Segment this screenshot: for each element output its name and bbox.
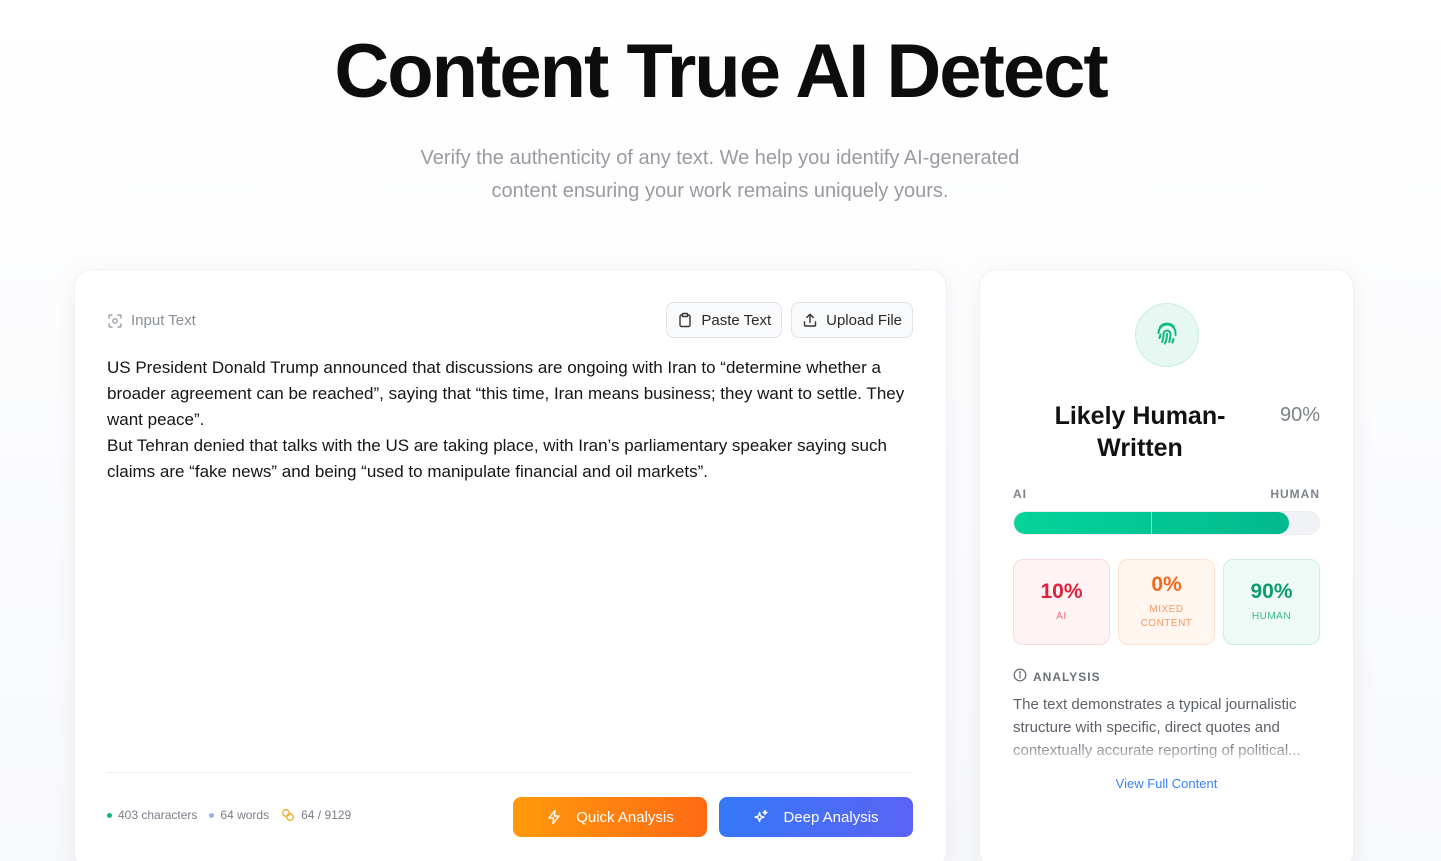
input-header: Input Text: [107, 312, 196, 329]
character-count: 403 characters: [107, 808, 197, 822]
upload-file-button[interactable]: Upload File: [791, 302, 913, 338]
text-stats: 403 characters 64 words 64 / 9129: [107, 808, 351, 822]
input-actions: Paste Text Upload File: [666, 302, 913, 338]
score-breakdown: 10% AI 0% MIXED CONTENT 90% HUMAN: [1013, 559, 1320, 645]
score-ai-value: 10%: [1040, 580, 1083, 603]
deep-analysis-label: Deep Analysis: [783, 808, 879, 826]
input-label: Input Text: [131, 312, 196, 329]
bar-label-ai: AI: [1013, 487, 1027, 501]
quota-count: 64 / 9129: [281, 808, 351, 822]
word-dot-icon: [209, 812, 215, 818]
coins-icon: [281, 808, 295, 822]
score-human: 90% HUMAN: [1223, 559, 1320, 645]
score-mixed-label: MIXED CONTENT: [1140, 604, 1193, 629]
quick-analysis-label: Quick Analysis: [576, 808, 674, 826]
verdict-title: Likely Human-Written: [1054, 402, 1226, 462]
bolt-icon: [546, 809, 562, 825]
quick-analysis-button[interactable]: Quick Analysis: [513, 797, 707, 837]
upload-file-label: Upload File: [826, 311, 902, 329]
fingerprint-badge: [1135, 303, 1199, 367]
human-score-bar: [1013, 511, 1320, 535]
human-score-fill: [1014, 512, 1289, 534]
bar-midline: [1151, 512, 1153, 534]
bar-labels: AI HUMAN: [1013, 487, 1320, 501]
score-human-value: 90%: [1250, 580, 1293, 603]
page: Content True AI Detect Verify the authen…: [0, 0, 1441, 861]
input-paragraph: But Tehran denied that talks with the US…: [107, 436, 887, 481]
deep-analysis-button[interactable]: Deep Analysis: [719, 797, 913, 837]
view-full-content-link[interactable]: View Full Content: [980, 776, 1353, 791]
analysis-fade: [1013, 740, 1323, 764]
word-count: 64 words: [209, 808, 269, 822]
scan-icon: [107, 313, 123, 329]
score-mixed-value: 0%: [1151, 573, 1182, 596]
result-card: Likely Human-Written 90% AI HUMAN 10% AI…: [979, 269, 1354, 861]
paste-text-label: Paste Text: [701, 311, 772, 329]
page-title: Content True AI Detect: [334, 29, 1108, 114]
info-icon: [1013, 668, 1027, 685]
bar-label-human: HUMAN: [1270, 487, 1320, 501]
character-dot-icon: [107, 812, 112, 818]
text-input-area[interactable]: US President Donald Trump announced that…: [107, 355, 907, 485]
page-subtitle: Verify the authenticity of any text. We …: [420, 147, 1020, 202]
clipboard-icon: [677, 312, 693, 328]
score-human-label: HUMAN: [1251, 611, 1292, 622]
sparkle-icon: [753, 809, 769, 825]
input-paragraph: US President Donald Trump announced that…: [107, 358, 905, 429]
verdict-percent: 90%: [1279, 404, 1320, 426]
analysis-actions: Quick Analysis Deep Analysis: [513, 797, 913, 837]
analysis-heading: ANALYSIS: [1013, 668, 1101, 685]
input-card: Input Text Paste Text Upload File US Pre…: [74, 269, 947, 861]
paste-text-button[interactable]: Paste Text: [666, 302, 783, 338]
score-ai: 10% AI: [1013, 559, 1110, 645]
divider: [107, 772, 913, 773]
score-mixed: 0% MIXED CONTENT: [1118, 559, 1215, 645]
upload-icon: [802, 312, 818, 328]
score-ai-label: AI: [1056, 611, 1067, 622]
fingerprint-icon: [1151, 317, 1183, 354]
